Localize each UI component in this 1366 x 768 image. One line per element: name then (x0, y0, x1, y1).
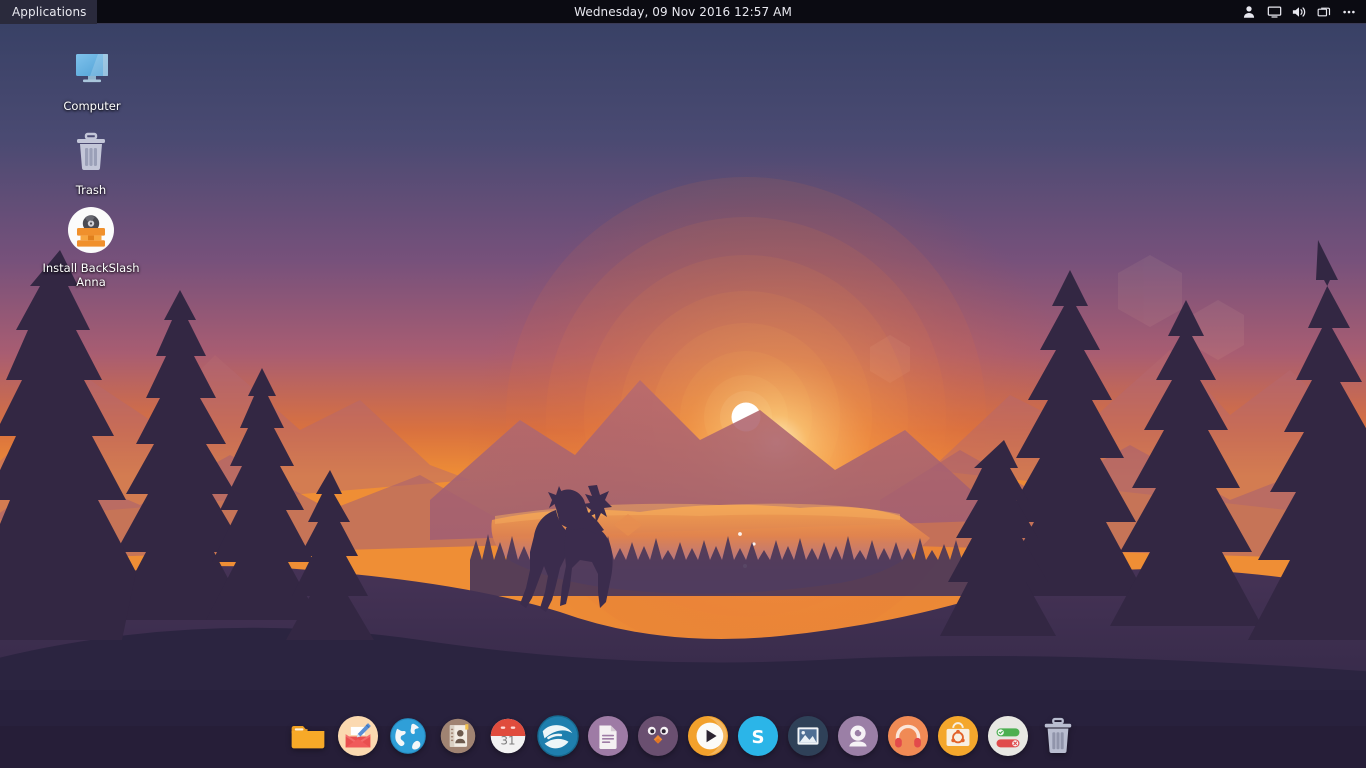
desktop-wallpaper (0, 0, 1366, 768)
desktop-icon-installer[interactable]: Install BackSlash Anna (36, 206, 146, 290)
panel-clock: Wednesday, 09 Nov 2016 12:57 AM (0, 0, 1366, 24)
system-tray (1238, 0, 1360, 24)
desktop-screen: Applications Wednesday, 09 Nov 2016 12:5… (0, 0, 1366, 768)
trash-icon (67, 128, 115, 176)
desktop-icon-computer[interactable]: Computer (37, 44, 147, 114)
dock-item-earth[interactable] (536, 714, 580, 758)
dock: 31 (0, 710, 1366, 762)
dock-item-software-center[interactable] (936, 714, 980, 758)
applications-menu-button[interactable]: Applications (0, 0, 97, 24)
dock-item-music[interactable] (886, 714, 930, 758)
window-switcher-icon[interactable] (1313, 1, 1335, 23)
skype-letter: S (751, 727, 764, 748)
computer-icon (68, 44, 116, 92)
desktop-icon-label: Trash (73, 182, 109, 198)
volume-icon[interactable] (1288, 1, 1310, 23)
dock-item-image-viewer[interactable] (786, 714, 830, 758)
desktop-icon-label: Computer (60, 98, 123, 114)
dock-item-skype[interactable]: S (736, 714, 780, 758)
top-panel: Applications Wednesday, 09 Nov 2016 12:5… (0, 0, 1366, 24)
user-icon[interactable] (1238, 1, 1260, 23)
display-icon[interactable] (1263, 1, 1285, 23)
dock-item-files[interactable] (286, 714, 330, 758)
dock-item-browser[interactable] (386, 714, 430, 758)
more-options-icon[interactable] (1338, 1, 1360, 23)
dock-item-mail[interactable] (336, 714, 380, 758)
dock-item-trash[interactable] (1036, 714, 1080, 758)
dock-item-media-player[interactable] (686, 714, 730, 758)
wallpaper-artwork (0, 0, 1366, 768)
desktop-icon-trash[interactable]: Trash (36, 128, 146, 198)
installer-icon (67, 206, 115, 254)
dock-item-webcam[interactable] (836, 714, 880, 758)
dock-item-calendar[interactable]: 31 (486, 714, 530, 758)
dock-item-settings[interactable] (986, 714, 1030, 758)
desktop-icon-label: Install BackSlash Anna (37, 260, 145, 290)
dock-item-contacts[interactable] (436, 714, 480, 758)
calendar-day-number: 31 (500, 734, 515, 748)
dock-item-text-editor[interactable] (586, 714, 630, 758)
dock-item-messenger[interactable] (636, 714, 680, 758)
